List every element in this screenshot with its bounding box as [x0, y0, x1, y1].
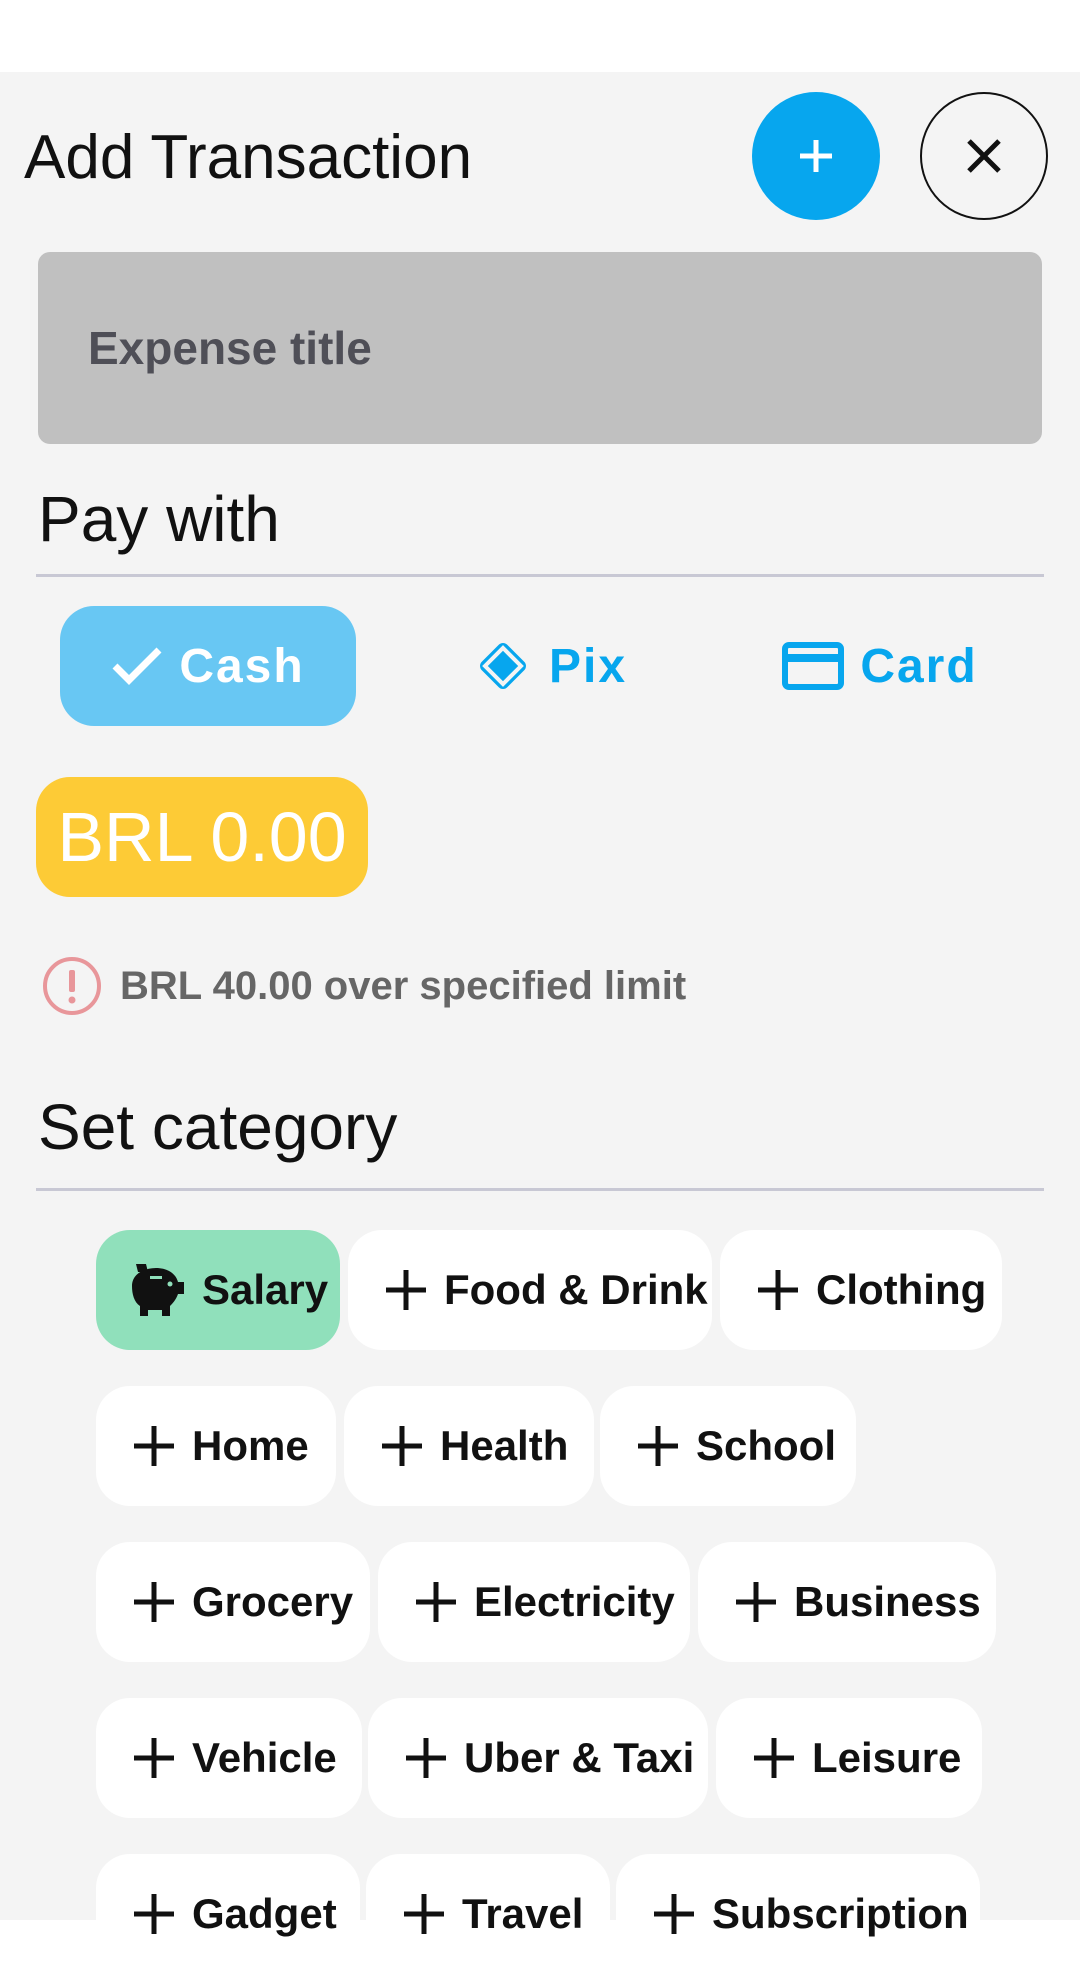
chip-label: Travel [462, 1890, 584, 1937]
chip-label: Food & Drink [444, 1266, 708, 1313]
pay-option-label: Cash [179, 639, 305, 693]
close-icon [967, 139, 1001, 173]
plus-icon [134, 1582, 174, 1622]
chip-label: School [696, 1422, 837, 1469]
close-button[interactable] [920, 92, 1048, 220]
add-button[interactable] [752, 92, 880, 220]
pix-icon [479, 643, 526, 689]
chip-label: Salary [202, 1266, 329, 1313]
divider [36, 574, 1044, 577]
plus-icon [800, 140, 832, 172]
amount-value: BRL 0.00 [57, 798, 347, 876]
check-icon [112, 647, 162, 685]
chip-label: Business [794, 1578, 981, 1625]
chip-label: Vehicle [192, 1734, 337, 1781]
category-chip-travel[interactable]: Travel [366, 1854, 610, 1974]
expense-title-input[interactable]: Expense title [38, 252, 1042, 444]
chip-label: Leisure [812, 1734, 962, 1781]
plus-icon [754, 1738, 794, 1778]
category-chip-gadget[interactable]: Gadget [96, 1854, 360, 1974]
category-chip-health[interactable]: Health [344, 1386, 594, 1506]
chip-label: Subscription [712, 1890, 969, 1937]
plus-icon [134, 1738, 174, 1778]
category-chip-electricity[interactable]: Electricity [378, 1542, 690, 1662]
plus-icon [758, 1270, 798, 1310]
plus-icon [416, 1582, 456, 1622]
category-chip-subscription[interactable]: Subscription [616, 1854, 980, 1974]
chip-label: Grocery [192, 1578, 354, 1625]
pay-option-pix[interactable]: Pix [460, 606, 640, 726]
chip-label: Uber & Taxi [464, 1734, 695, 1781]
plus-icon [406, 1738, 446, 1778]
limit-warning: BRL 40.00 over specified limit [42, 956, 686, 1016]
divider [36, 1188, 1044, 1191]
expense-title-placeholder: Expense title [88, 322, 372, 374]
pay-option-label: Card [860, 639, 978, 693]
plus-icon [382, 1426, 422, 1466]
pay-option-cash[interactable]: Cash [60, 606, 356, 726]
category-chip-salary[interactable]: Salary [96, 1230, 340, 1350]
chip-label: Clothing [816, 1266, 987, 1313]
plus-icon [386, 1270, 426, 1310]
category-chip-uber-taxi[interactable]: Uber & Taxi [368, 1698, 708, 1818]
set-category-heading: Set category [38, 1091, 398, 1163]
warning-text: BRL 40.00 over specified limit [120, 963, 687, 1008]
pay-option-card[interactable]: Card [770, 606, 990, 726]
category-chip-home[interactable]: Home [96, 1386, 336, 1506]
pay-option-label: Pix [548, 639, 628, 693]
page-title: Add Transaction [24, 123, 473, 192]
add-transaction-sheet: Add Transaction Expense title Pay with C… [0, 72, 1080, 1974]
plus-icon [404, 1894, 444, 1934]
chip-label: Home [192, 1422, 309, 1469]
chip-label: Health [440, 1422, 569, 1469]
status-bar-area [0, 0, 1080, 72]
chip-label: Electricity [474, 1578, 675, 1625]
category-chip-leisure[interactable]: Leisure [716, 1698, 982, 1818]
plus-icon [654, 1894, 694, 1934]
piggy-bank-icon [132, 1264, 184, 1316]
credit-card-icon [782, 642, 845, 690]
category-chip-food-drink[interactable]: Food & Drink [348, 1230, 712, 1350]
plus-icon [134, 1426, 174, 1466]
pay-with-heading: Pay with [38, 483, 280, 555]
plus-icon [134, 1894, 174, 1934]
plus-icon [736, 1582, 776, 1622]
exclamation-icon [43, 957, 101, 1015]
plus-icon [638, 1426, 678, 1466]
category-chip-clothing[interactable]: Clothing [720, 1230, 1002, 1350]
category-chip-vehicle[interactable]: Vehicle [96, 1698, 362, 1818]
amount-input[interactable]: BRL 0.00 [36, 777, 368, 897]
category-chip-school[interactable]: School [600, 1386, 856, 1506]
category-chip-business[interactable]: Business [698, 1542, 996, 1662]
chip-label: Gadget [192, 1890, 337, 1937]
category-chip-grocery[interactable]: Grocery [96, 1542, 370, 1662]
